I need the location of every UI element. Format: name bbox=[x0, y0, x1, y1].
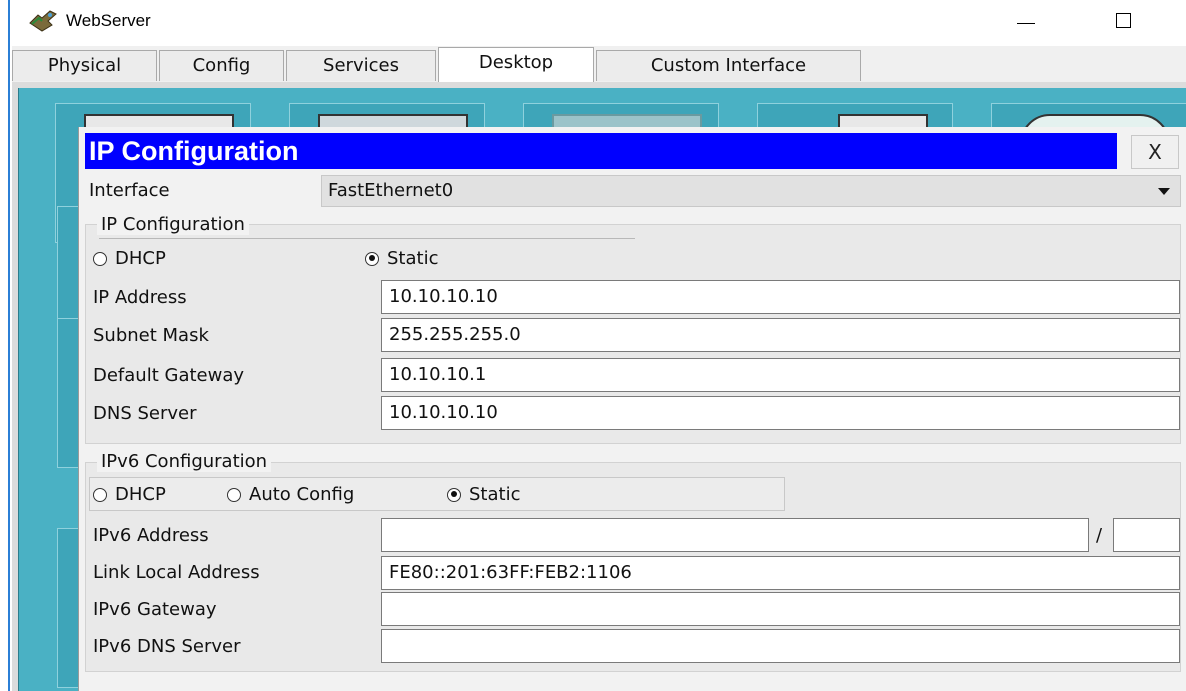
subnet-mask-field[interactable]: 255.255.255.0 bbox=[381, 318, 1180, 352]
ipv4-legend-rule bbox=[99, 238, 635, 239]
ipv4-dhcp-label: DHCP bbox=[115, 248, 166, 269]
minimize-button[interactable] bbox=[1003, 6, 1049, 36]
subnet-mask-label: Subnet Mask bbox=[93, 325, 209, 346]
dialog-title: IP Configuration bbox=[85, 133, 1117, 169]
ipv6-static-radio[interactable]: Static bbox=[447, 484, 520, 505]
ip-configuration-dialog: IP Configuration X Interface FastEtherne… bbox=[78, 127, 1186, 691]
ip-address-label: IP Address bbox=[93, 287, 187, 308]
tab-bar: Physical Config Services Desktop Custom … bbox=[12, 46, 1186, 83]
ipv6-static-label: Static bbox=[469, 484, 521, 505]
link-local-address-field[interactable]: FE80::201:63FF:FEB2:1106 bbox=[381, 556, 1180, 590]
ipv6-prefix-length-field[interactable] bbox=[1113, 518, 1180, 552]
tab-services[interactable]: Services bbox=[286, 50, 436, 81]
ipv6-dhcp-radio[interactable]: DHCP bbox=[93, 484, 166, 505]
window-left-border bbox=[8, 0, 10, 691]
maximize-button[interactable] bbox=[1100, 6, 1146, 36]
ipv4-dhcp-radio[interactable]: DHCP bbox=[93, 248, 166, 269]
tab-desktop[interactable]: Desktop bbox=[438, 47, 594, 83]
ipv6-gateway-label: IPv6 Gateway bbox=[93, 599, 217, 620]
dialog-close-button[interactable]: X bbox=[1131, 135, 1179, 169]
ipv6-address-label: IPv6 Address bbox=[93, 525, 209, 546]
ipv4-group-legend: IP Configuration bbox=[97, 214, 249, 235]
radio-checked-icon bbox=[447, 487, 461, 502]
server-app-icon bbox=[29, 10, 57, 32]
ipv6-dhcp-label: DHCP bbox=[115, 484, 166, 505]
radio-unchecked-icon bbox=[227, 487, 241, 502]
ipv6-group-legend: IPv6 Configuration bbox=[97, 451, 272, 472]
dns-server-label: DNS Server bbox=[93, 403, 197, 424]
prefix-separator: / bbox=[1096, 525, 1103, 546]
default-gateway-field[interactable]: 10.10.10.1 bbox=[381, 358, 1180, 392]
default-gateway-label: Default Gateway bbox=[93, 365, 245, 386]
window-titlebar: WebServer bbox=[0, 0, 1186, 42]
ipv6-dns-server-label: IPv6 DNS Server bbox=[93, 636, 241, 657]
link-local-address-label: Link Local Address bbox=[93, 562, 260, 583]
tab-custom-interface[interactable]: Custom Interface bbox=[596, 50, 861, 81]
radio-checked-icon bbox=[365, 251, 379, 266]
interface-label: Interface bbox=[89, 180, 170, 201]
ipv6-auto-config-radio[interactable]: Auto Config bbox=[227, 484, 354, 505]
ipv4-static-radio[interactable]: Static bbox=[365, 248, 438, 269]
ip-address-field[interactable]: 10.10.10.10 bbox=[381, 280, 1180, 314]
dns-server-field[interactable]: 10.10.10.10 bbox=[381, 396, 1180, 430]
ipv6-auto-config-label: Auto Config bbox=[249, 484, 355, 505]
tab-config[interactable]: Config bbox=[159, 50, 284, 81]
ipv6-dns-server-field[interactable] bbox=[381, 629, 1180, 663]
chevron-down-icon bbox=[1158, 188, 1170, 195]
radio-unchecked-icon bbox=[93, 251, 107, 266]
ipv6-mode-radio-group bbox=[89, 477, 785, 511]
ipv6-gateway-field[interactable] bbox=[381, 592, 1180, 626]
tab-physical[interactable]: Physical bbox=[12, 50, 157, 81]
ipv4-static-label: Static bbox=[387, 248, 439, 269]
window-title: WebServer bbox=[66, 11, 151, 30]
interface-select[interactable]: FastEthernet0 bbox=[321, 175, 1181, 207]
interface-select-value: FastEthernet0 bbox=[328, 180, 454, 201]
ipv6-address-field[interactable] bbox=[381, 518, 1089, 552]
radio-unchecked-icon bbox=[93, 487, 107, 502]
